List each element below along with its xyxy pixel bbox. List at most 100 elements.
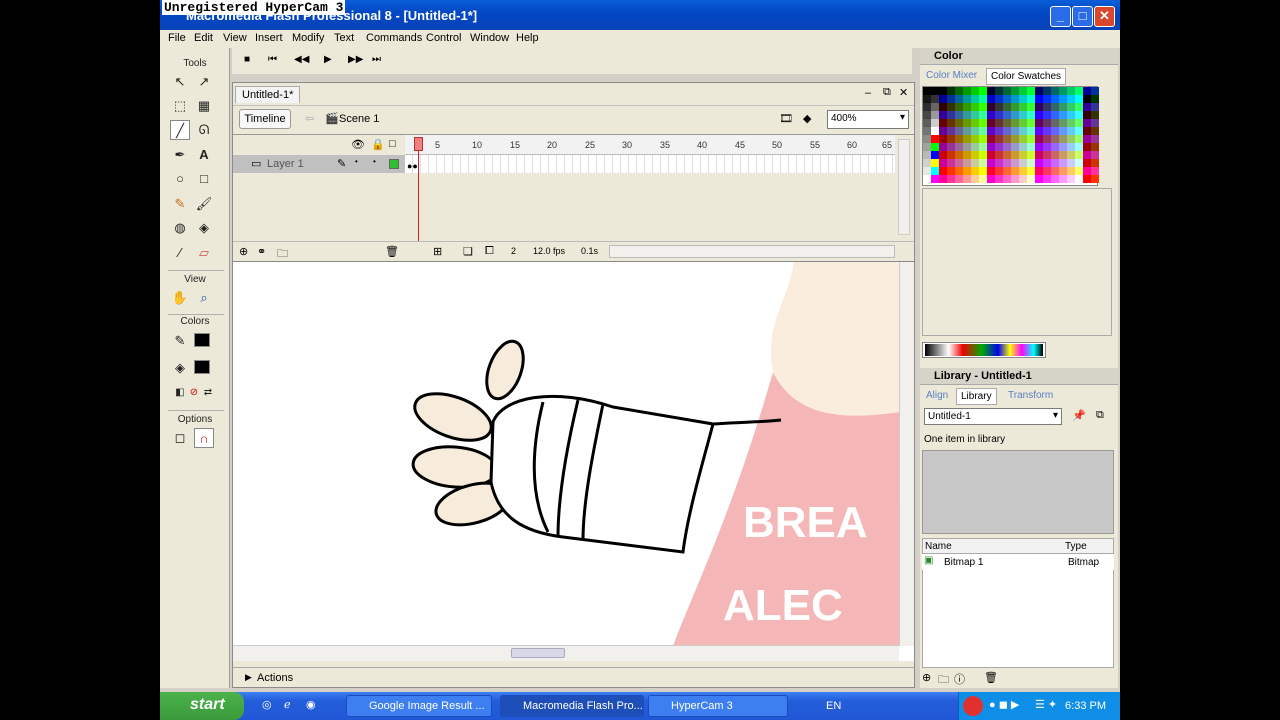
color-swatch[interactable]	[947, 151, 955, 159]
color-swatch[interactable]	[1003, 95, 1011, 103]
color-swatch[interactable]	[1067, 151, 1075, 159]
color-swatch[interactable]	[1035, 175, 1043, 183]
color-swatch[interactable]	[1091, 135, 1099, 143]
color-swatch[interactable]	[1035, 119, 1043, 127]
start-button[interactable]: start	[160, 692, 244, 720]
color-swatch[interactable]	[1011, 159, 1019, 167]
menu-text[interactable]: Text	[334, 32, 354, 44]
color-swatch[interactable]	[995, 119, 1003, 127]
color-swatch[interactable]	[931, 151, 939, 159]
color-swatch[interactable]	[947, 159, 955, 167]
step-forward-icon[interactable]: ▶▶	[348, 54, 363, 65]
color-swatch[interactable]	[1043, 167, 1051, 175]
frame-rate[interactable]: 12.0 fps	[533, 246, 565, 256]
color-swatch[interactable]	[995, 135, 1003, 143]
color-swatch[interactable]	[1011, 175, 1019, 183]
doc-minimize-icon[interactable]: –	[865, 87, 871, 99]
ink-bottle-tool-icon[interactable]: ◍	[170, 218, 190, 238]
color-swatch[interactable]	[923, 135, 931, 143]
color-swatch[interactable]	[1027, 151, 1035, 159]
column-type[interactable]: Type	[1065, 541, 1087, 552]
color-swatch[interactable]	[987, 111, 995, 119]
color-swatch[interactable]	[1003, 119, 1011, 127]
fill-color-swatch[interactable]	[194, 360, 210, 374]
color-swatch[interactable]	[923, 119, 931, 127]
tab-library[interactable]: Library	[956, 388, 997, 405]
ie-icon[interactable]: ◎	[262, 698, 272, 711]
color-swatch[interactable]	[1091, 111, 1099, 119]
properties-icon[interactable]: ⓘ	[954, 671, 965, 687]
visible-dot-icon[interactable]: •	[355, 157, 358, 166]
color-swatch[interactable]	[971, 111, 979, 119]
color-swatch[interactable]	[995, 95, 1003, 103]
color-swatch[interactable]	[947, 95, 955, 103]
rectangle-tool-icon[interactable]: □	[194, 169, 214, 189]
color-swatch[interactable]	[1083, 119, 1091, 127]
color-swatch[interactable]	[1075, 95, 1083, 103]
color-swatch[interactable]	[987, 175, 995, 183]
color-swatch[interactable]	[1003, 111, 1011, 119]
color-swatch[interactable]	[1067, 87, 1075, 95]
stroke-color-icon[interactable]: ✎	[170, 331, 190, 351]
color-swatch[interactable]	[995, 167, 1003, 175]
color-swatch[interactable]	[1035, 159, 1043, 167]
color-swatch[interactable]	[931, 159, 939, 167]
new-symbol-icon[interactable]: ⊕	[922, 671, 931, 684]
free-transform-tool-icon[interactable]: ⬚	[170, 96, 190, 116]
color-swatch[interactable]	[1083, 95, 1091, 103]
color-swatch[interactable]	[1035, 103, 1043, 111]
color-swatch[interactable]	[971, 95, 979, 103]
color-swatch[interactable]	[1091, 127, 1099, 135]
color-swatch[interactable]	[1083, 135, 1091, 143]
color-swatch[interactable]	[995, 159, 1003, 167]
color-swatch[interactable]	[1051, 143, 1059, 151]
color-swatch[interactable]	[931, 95, 939, 103]
color-swatch[interactable]	[1003, 103, 1011, 111]
color-swatch[interactable]	[1091, 151, 1099, 159]
menu-modify[interactable]: Modify	[292, 32, 324, 44]
color-swatch[interactable]	[955, 103, 963, 111]
color-swatch[interactable]	[955, 175, 963, 183]
color-swatch[interactable]	[987, 159, 995, 167]
color-swatches[interactable]	[922, 86, 1099, 186]
color-swatch[interactable]	[947, 111, 955, 119]
color-swatch[interactable]	[1043, 127, 1051, 135]
color-swatch[interactable]	[971, 87, 979, 95]
color-swatch[interactable]	[955, 119, 963, 127]
color-swatch[interactable]	[987, 135, 995, 143]
color-swatch[interactable]	[1043, 95, 1051, 103]
color-swatch[interactable]	[939, 175, 947, 183]
color-swatch[interactable]	[1011, 167, 1019, 175]
color-swatch[interactable]	[1067, 127, 1075, 135]
color-swatch[interactable]	[1003, 87, 1011, 95]
library-item-row[interactable]: ▣ Bitmap 1 Bitmap	[922, 554, 1114, 570]
color-swatch[interactable]	[963, 175, 971, 183]
color-swatch[interactable]	[1059, 87, 1067, 95]
color-swatch[interactable]	[1019, 167, 1027, 175]
color-swatch[interactable]	[955, 167, 963, 175]
color-swatch[interactable]	[1003, 167, 1011, 175]
color-swatch[interactable]	[955, 95, 963, 103]
play-icon[interactable]: ▶	[324, 54, 332, 65]
lock-icon[interactable]: 🔒	[371, 138, 385, 151]
color-swatch[interactable]	[963, 127, 971, 135]
color-swatch[interactable]	[1067, 95, 1075, 103]
title-bar[interactable]: Macromedia Flash Professional 8 - [Untit…	[160, 0, 1120, 30]
color-swatch[interactable]	[1003, 159, 1011, 167]
color-swatch[interactable]	[923, 167, 931, 175]
color-swatch[interactable]	[1083, 167, 1091, 175]
color-swatch[interactable]	[987, 143, 995, 151]
color-swatch[interactable]	[1027, 119, 1035, 127]
line-tool-icon[interactable]: ╱	[170, 120, 190, 140]
color-swatch[interactable]	[1075, 135, 1083, 143]
eyedropper-tool-icon[interactable]: ⁄	[170, 243, 190, 263]
color-swatch[interactable]	[1059, 167, 1067, 175]
color-swatch[interactable]	[995, 127, 1003, 135]
menu-window[interactable]: Window	[470, 32, 509, 44]
color-swatch[interactable]	[1075, 87, 1083, 95]
color-swatch[interactable]	[947, 119, 955, 127]
color-swatch[interactable]	[1043, 159, 1051, 167]
color-swatch[interactable]	[1011, 135, 1019, 143]
zoom-select[interactable]: 400% ▾	[827, 110, 909, 129]
color-swatch[interactable]	[1091, 87, 1099, 95]
